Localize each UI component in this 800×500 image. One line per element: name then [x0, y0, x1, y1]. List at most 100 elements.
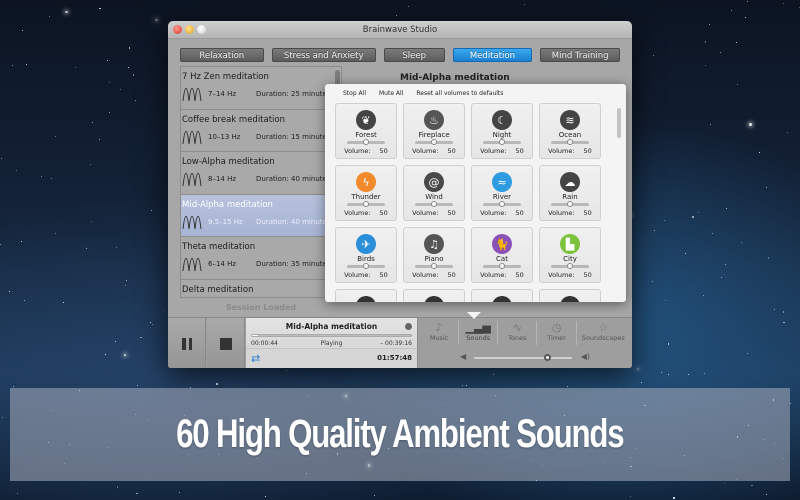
info-icon[interactable]	[405, 323, 412, 330]
sound-volume-thumb[interactable]	[499, 201, 505, 207]
stop-button[interactable]	[207, 318, 245, 368]
sound-card[interactable]: ✈ Birds Volume: 50	[335, 227, 397, 283]
sound-volume-slider[interactable]	[483, 139, 521, 145]
repeat-icon[interactable]: ⇄	[251, 353, 260, 365]
sound-card[interactable]: ≈ River Volume: 50	[471, 165, 533, 221]
sound-card[interactable]: ♨ Fireplace Volume: 50	[403, 103, 465, 159]
star	[151, 324, 153, 326]
playback-progress[interactable]	[251, 334, 412, 337]
sound-card[interactable]	[403, 289, 465, 302]
tab-relaxation[interactable]: Relaxation	[180, 48, 264, 62]
session-item[interactable]: Coffee break meditation 10–13 Hz Duration:…	[181, 110, 341, 152]
mode-sounds[interactable]: ▁▃▅ Sounds	[459, 321, 499, 345]
star	[708, 23, 711, 25]
river-icon[interactable]: ≈	[492, 172, 512, 192]
session-item[interactable]: Mid-Alpha meditation 9.5–15 Hz Duration: 4…	[181, 194, 341, 237]
sound-volume-thumb[interactable]	[363, 201, 369, 207]
close-window-button[interactable]	[173, 25, 182, 34]
sound-volume-slider[interactable]	[551, 201, 589, 207]
wind-icon[interactable]: @	[424, 172, 444, 192]
piano-icon[interactable]: ♫	[424, 234, 444, 254]
star	[151, 209, 153, 211]
sound-icon[interactable]	[356, 296, 376, 302]
sound-card[interactable]: ϟ Thunder Volume: 50	[335, 165, 397, 221]
star	[407, 5, 410, 8]
sound-volume-thumb[interactable]	[431, 201, 437, 207]
sounds-popover: Stop All Mute All Reset all volumes to d…	[325, 84, 626, 302]
forest-icon[interactable]: ❦	[356, 110, 376, 130]
sound-icon[interactable]	[424, 296, 444, 302]
cat-icon[interactable]: 🐈	[492, 234, 512, 254]
sound-card[interactable]: ▙ City Volume: 50	[539, 227, 601, 283]
sound-card[interactable]	[539, 289, 601, 302]
rain-icon[interactable]: ☁	[560, 172, 580, 192]
sound-card[interactable]: ❦ Forest Volume: 50	[335, 103, 397, 159]
session-frequency: 8–14 Hz	[208, 175, 237, 183]
sound-card[interactable]: 🐈 Cat Volume: 50	[471, 227, 533, 283]
volume-label: Volume:	[412, 209, 439, 217]
session-item[interactable]: Delta meditation	[181, 280, 341, 298]
sound-volume-thumb[interactable]	[499, 139, 505, 145]
sound-card[interactable]: ☁ Rain Volume: 50	[539, 165, 601, 221]
mode-timer[interactable]: ◷ Timer	[537, 321, 577, 345]
sound-icon[interactable]	[560, 296, 580, 302]
session-item[interactable]: Theta meditation 6–14 Hz Duration: 35 minu…	[181, 237, 341, 280]
mode-tones[interactable]: ∿ Tones	[498, 321, 538, 345]
star	[673, 497, 675, 499]
sound-volume-slider[interactable]	[483, 201, 521, 207]
mute-all-button[interactable]: Mute All	[379, 90, 403, 97]
sound-volume-slider[interactable]	[483, 263, 521, 269]
mode-soundscapes[interactable]: ☆ Soundscapes	[577, 321, 630, 345]
thunder-icon[interactable]: ϟ	[356, 172, 376, 192]
sound-card[interactable]: @ Wind Volume: 50	[403, 165, 465, 221]
star	[65, 10, 68, 13]
sound-card[interactable]: ≋ Ocean Volume: 50	[539, 103, 601, 159]
sound-card[interactable]	[471, 289, 533, 302]
sound-icon[interactable]	[492, 296, 512, 302]
session-details: 8–14 Hz Duration: 40 minutes	[182, 169, 341, 189]
sound-volume-slider[interactable]	[551, 139, 589, 145]
night-icon[interactable]: ☾	[492, 110, 512, 130]
master-volume-thumb[interactable]	[544, 354, 551, 361]
sound-volume-thumb[interactable]	[567, 139, 573, 145]
volume-value: 50	[447, 147, 456, 155]
sound-volume-thumb[interactable]	[363, 139, 369, 145]
sound-volume-slider[interactable]	[415, 263, 453, 269]
session-item[interactable]: 7 Hz Zen meditation 7–14 Hz Duration: 25 m…	[181, 67, 341, 110]
sound-volume-slider[interactable]	[347, 263, 385, 269]
session-duration: Duration: 40 minutes	[256, 217, 331, 226]
session-item[interactable]: Low-Alpha meditation 8–14 Hz Duration: 40 …	[181, 152, 341, 195]
sound-card[interactable]	[335, 289, 397, 302]
sound-card[interactable]: ♫ Piano Volume: 50	[403, 227, 465, 283]
sound-card[interactable]: ☾ Night Volume: 50	[471, 103, 533, 159]
tab-stress-and-anxiety[interactable]: Stress and Anxiety	[271, 48, 376, 62]
sound-volume-thumb[interactable]	[431, 263, 437, 269]
stop-all-button[interactable]: Stop All	[343, 90, 366, 97]
sound-volume-thumb[interactable]	[567, 263, 573, 269]
sound-volume-thumb[interactable]	[567, 201, 573, 207]
sound-volume-thumb[interactable]	[499, 263, 505, 269]
tab-sleep[interactable]: Sleep	[383, 48, 445, 62]
zoom-window-button[interactable]	[197, 25, 206, 34]
sound-volume-readout: Volume: 50	[336, 209, 396, 217]
ocean-icon[interactable]: ≋	[560, 110, 580, 130]
birds-icon[interactable]: ✈	[356, 234, 376, 254]
sound-volume-thumb[interactable]	[431, 139, 437, 145]
minimize-window-button[interactable]	[185, 25, 194, 34]
sound-volume-slider[interactable]	[551, 263, 589, 269]
sound-volume-slider[interactable]	[347, 139, 385, 145]
pause-button[interactable]	[168, 318, 206, 368]
tab-mind-training[interactable]: Mind Training	[540, 48, 620, 62]
fireplace-icon[interactable]: ♨	[424, 110, 444, 130]
tab-meditation[interactable]: Meditation	[452, 48, 533, 62]
sound-volume-thumb[interactable]	[363, 263, 369, 269]
mode-music[interactable]: ♪ Music	[420, 321, 460, 345]
city-icon[interactable]: ▙	[560, 234, 580, 254]
sound-volume-slider[interactable]	[415, 201, 453, 207]
sound-volume-slider[interactable]	[347, 201, 385, 207]
star	[466, 385, 468, 387]
sound-volume-slider[interactable]	[415, 139, 453, 145]
sounds-scrollbar[interactable]	[617, 108, 621, 138]
reset-volumes-button[interactable]: Reset all volumes to defaults	[416, 90, 503, 97]
master-volume-slider[interactable]	[474, 354, 572, 361]
